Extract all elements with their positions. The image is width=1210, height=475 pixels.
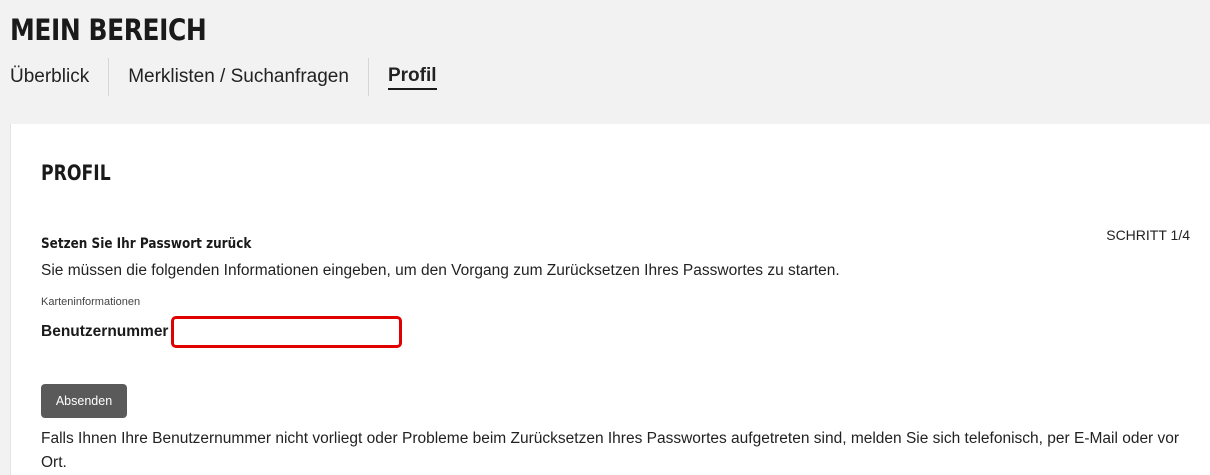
tab-profile[interactable]: Profil: [367, 58, 456, 96]
user-number-row: Benutzernummer: [41, 316, 403, 348]
user-number-input[interactable]: [171, 316, 403, 348]
card-info-label: Karteninformationen: [41, 296, 141, 308]
step-indicator: SCHRITT 1/4: [1106, 227, 1190, 243]
profile-panel: PROFIL SCHRITT 1/4 Setzen Sie Ihr Passwo…: [10, 124, 1210, 475]
user-number-label: Benutzernummer: [41, 323, 169, 340]
reset-password-heading: Setzen Sie Ihr Passwort zurück: [41, 236, 252, 252]
tab-watchlists-searches-label: Merklisten / Suchanfragen: [128, 66, 349, 87]
tab-overview[interactable]: Überblick: [10, 58, 108, 96]
submit-button[interactable]: Absenden: [41, 384, 127, 418]
account-nav: Überblick Merklisten / Suchanfragen Prof…: [10, 58, 456, 96]
tab-watchlists-searches[interactable]: Merklisten / Suchanfragen: [108, 58, 368, 96]
page-header: MEIN BEREICH Überblick Merklisten / Such…: [0, 0, 1210, 124]
help-text: Falls Ihnen Ihre Benutzernummer nicht vo…: [41, 430, 1180, 471]
tab-overview-label: Überblick: [10, 66, 90, 87]
tab-profile-label: Profil: [387, 65, 437, 90]
intro-text: Sie müssen die folgenden Informationen e…: [41, 262, 840, 279]
area-title: MEIN BEREICH: [10, 13, 207, 47]
section-title: PROFIL: [41, 161, 111, 185]
